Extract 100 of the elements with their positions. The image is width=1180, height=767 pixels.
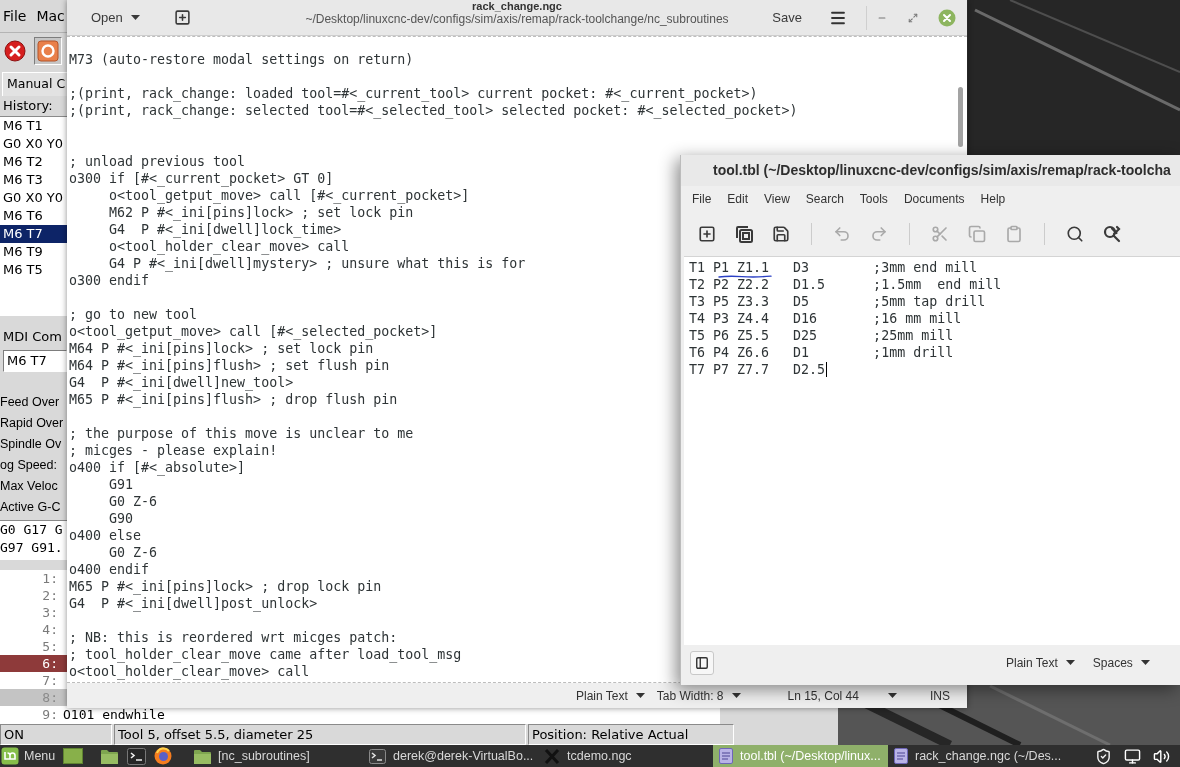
code-line: o300 if [#<_current_pocket> GT 0] — [69, 170, 334, 187]
status-cell: Position: Relative Actual — [528, 724, 734, 745]
menu-item[interactable]: Documents — [903, 190, 965, 208]
history-item[interactable]: M6 T2 — [0, 153, 67, 171]
cursor-position-dropdown[interactable]: Ln 15, Col 44 — [781, 684, 903, 707]
code-line: G91 — [108, 476, 134, 493]
history-item[interactable]: G0 X0 Y0 — [0, 189, 67, 207]
browser-launcher[interactable] — [152, 747, 174, 765]
file-manager-launcher[interactable] — [98, 747, 120, 765]
history-item[interactable]: M6 T5 — [0, 261, 67, 279]
history-item[interactable]: M6 T1 — [0, 117, 67, 135]
code-line: T6 P4 Z6.6 D1 ;1mm drill — [689, 346, 954, 359]
code-line: G90 — [108, 510, 134, 527]
history-item[interactable]: M6 T7 — [0, 225, 67, 243]
mdi-input-field[interactable]: M6 T7 — [3, 350, 67, 372]
estop-button[interactable] — [1, 37, 29, 65]
line-number: 7: — [41, 671, 58, 690]
line-number: 5: — [41, 637, 58, 656]
program-line[interactable]: 1: — [0, 570, 67, 587]
undo-icon — [833, 225, 851, 243]
window-list-button[interactable]: [nc_subroutines] — [188, 745, 363, 767]
code-line: ; NB: this is reordered wrt micges patch: — [69, 629, 398, 646]
pen-underline-mark — [718, 275, 772, 278]
menu-item[interactable]: File — [3, 9, 27, 23]
menu-button[interactable]: Menu — [0, 745, 60, 767]
history-item[interactable]: M6 T9 — [0, 243, 67, 261]
code-line: o<tool_getput_move> call [#<_selected_pocket>] — [69, 323, 438, 340]
monitor-icon[interactable] — [1124, 747, 1141, 765]
manual-tab[interactable]: Manual C — [2, 72, 67, 96]
code-line: T1 P1 Z1.1 D3 ;3mm end mill — [689, 261, 978, 274]
copy-icon — [968, 225, 986, 243]
file-path: ~/Desktop/linuxcnc-dev/configs/sim/axis/remap/rack-toolchange/nc_subroutines — [305, 12, 729, 27]
stacked-squares-icon — [735, 225, 753, 243]
history-item[interactable]: G0 X0 Y0 — [0, 135, 67, 153]
code-line: G0 Z-6 — [108, 544, 158, 561]
line-number: 1: — [41, 569, 58, 588]
speaker-icon[interactable] — [1153, 747, 1170, 765]
window-list-button[interactable]: derek@derek-VirtualBo... — [363, 745, 538, 767]
program-line[interactable]: 3: — [0, 604, 67, 621]
text-editor-area[interactable]: T1 P1 Z1.1 D3 ;3mm end mill T2 P2 Z2.2 D1.5 ;1.5mm end mill T3 P5 Z3.3 D5 ;5mm tap drill T4 P3 Z4.4 D16 ;16 mm mill T5 P6 Z5.5 D25 ;25mm mill T6 P4 Z6.6 D1 ;1mm drill T7 P7 Z7.7 D2.5 — [684, 256, 1180, 645]
close-icon — [938, 8, 956, 27]
setting-label: Active G-C — [0, 499, 61, 517]
setting-label: Rapid Over — [0, 415, 64, 433]
history-item[interactable]: M6 T6 — [0, 207, 67, 225]
program-line[interactable]: 4: — [0, 621, 67, 638]
scrollbar[interactable] — [958, 87, 963, 147]
mint-logo-icon — [1, 747, 19, 765]
history-item[interactable]: M6 T3 — [0, 171, 67, 189]
code-line: G4 P #<_ini[dwell]post_unlock> — [69, 595, 318, 612]
save-button[interactable]: Save — [764, 4, 810, 31]
window-list-button[interactable]: tcdemo.ngc — [538, 745, 713, 767]
show-desktop-button[interactable] — [62, 747, 84, 765]
shield-check-icon[interactable] — [1095, 747, 1112, 765]
line-number: 2: — [41, 586, 58, 605]
gcode-text: G97 G91. — [0, 539, 64, 557]
menu-item[interactable]: Edit — [727, 190, 749, 208]
language-dropdown[interactable]: Plain Text — [570, 684, 651, 707]
code-line: M65 P #<_ini[pins]lock> ; drop lock pin — [69, 578, 382, 595]
document-icon — [719, 748, 733, 764]
open-button[interactable]: Open — [85, 4, 146, 31]
caret-icon — [1065, 660, 1075, 665]
menu-item[interactable]: Search — [805, 190, 844, 208]
program-line[interactable]: 7: — [0, 672, 67, 689]
menu-item[interactable]: File — [692, 190, 712, 208]
line-number: 6: — [41, 654, 58, 673]
desktop-icon — [63, 748, 83, 764]
code-line: G4 P #<_ini[dwell]mystery> ; unsure what this is for — [108, 255, 526, 272]
menu-item[interactable]: View — [764, 190, 790, 208]
menu-item[interactable]: Help — [980, 190, 1006, 208]
tab-width-dropdown[interactable]: Tab Width: 8 — [650, 684, 747, 707]
side-panel-button[interactable] — [690, 650, 714, 675]
code-line: G4 P #<_ini[dwell]lock_time> — [108, 221, 342, 238]
power-button[interactable] — [34, 37, 62, 65]
indent-dropdown[interactable]: Spaces — [1086, 651, 1156, 674]
maximize-icon — [908, 12, 918, 23]
document-icon — [894, 748, 908, 764]
code-line: ;(print, rack_change: selected tool=#<_selected_tool> selected pocket: #<_selected_pocket>) — [69, 102, 798, 119]
line-number: 4: — [41, 620, 58, 639]
menu-item[interactable]: Tools — [859, 190, 888, 208]
code-line: o300 endif — [69, 272, 150, 289]
gcode-text: G0 G17 G — [0, 521, 64, 539]
side-panel-icon — [695, 655, 709, 670]
program-line[interactable]: 5: — [0, 638, 67, 655]
language-dropdown[interactable]: Plain Text — [1000, 651, 1081, 674]
code-line: o<tool_holder_clear_move> call — [69, 663, 310, 680]
setting-label: Spindle Ov — [0, 436, 62, 454]
folder-icon — [194, 748, 211, 764]
code-line: T2 P2 Z2.2 D1.5 ;1.5mm end mill — [689, 278, 1002, 291]
code-line: T5 P6 Z5.5 D25 ;25mm mill — [689, 329, 954, 342]
program-line[interactable]: 2: — [0, 587, 67, 604]
program-line[interactable]: 9: O101 endwhile — [0, 706, 167, 723]
code-line: o400 else — [69, 527, 142, 544]
window-list-button[interactable]: rack_change.ngc (~/Des... — [888, 745, 1063, 767]
menu-item[interactable]: Mac — [36, 9, 65, 23]
folder-icon — [100, 748, 118, 764]
redo-icon — [870, 225, 888, 243]
status-cell: ON — [0, 724, 112, 745]
code-line: ; the purpose of this move is unclear to me — [69, 425, 414, 442]
x-logo-icon — [544, 748, 560, 764]
terminal-launcher[interactable] — [125, 747, 147, 765]
